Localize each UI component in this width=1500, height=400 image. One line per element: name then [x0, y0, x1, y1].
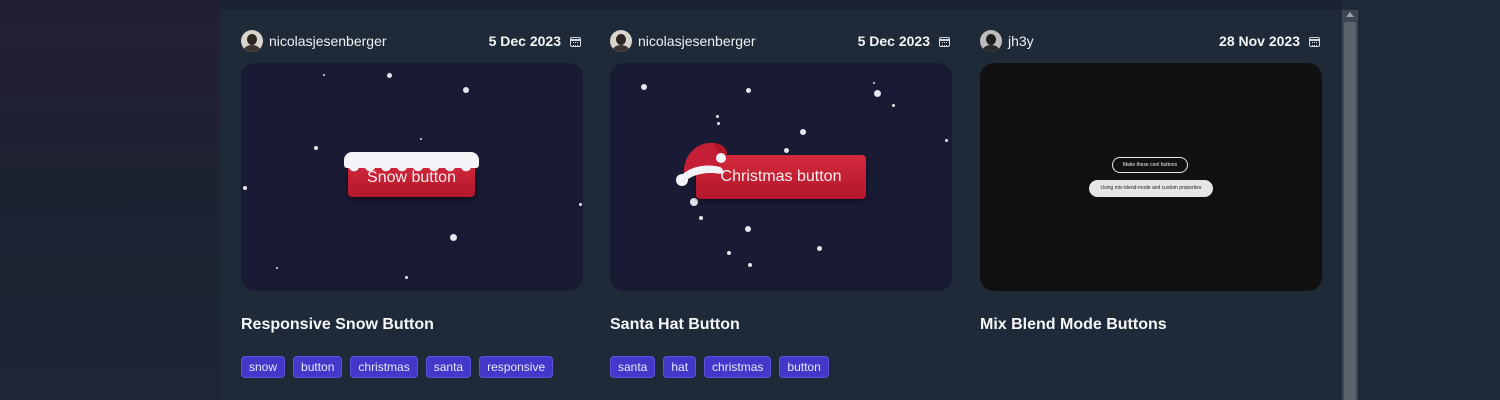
card-header: nicolasjesenberger 5 Dec 2023: [241, 29, 583, 55]
user-avatar-icon[interactable]: [241, 30, 263, 52]
blend-button-filled-preview: Using mix-blend-mode and custom properti…: [1089, 180, 1213, 197]
post-date: 28 Nov 2023: [1219, 33, 1300, 49]
tag-list: santa hat christmas button: [610, 356, 829, 378]
scroll-up-arrow-icon[interactable]: [1346, 12, 1354, 17]
calendar-icon: [939, 37, 950, 47]
pen-card[interactable]: jh3y 28 Nov 2023 Make these cool buttons…: [980, 0, 1322, 400]
tag[interactable]: santa: [610, 356, 656, 378]
pen-card[interactable]: nicolasjesenberger 5 Dec 2023 Snow butto…: [241, 0, 583, 400]
user-avatar-icon[interactable]: [980, 30, 1002, 52]
tag-list: snow button christmas santa responsive: [241, 356, 554, 378]
tag[interactable]: button: [779, 356, 829, 378]
tag[interactable]: christmas: [350, 356, 418, 378]
tag[interactable]: christmas: [704, 356, 772, 378]
blend-button-outline-preview: Make these cool buttons: [1112, 157, 1188, 173]
calendar-icon: [1309, 37, 1320, 47]
tag[interactable]: button: [293, 356, 343, 378]
pen-preview[interactable]: Christmas button: [610, 63, 952, 291]
card-header: nicolasjesenberger 5 Dec 2023: [610, 29, 952, 55]
card-title[interactable]: Mix Blend Mode Buttons: [980, 316, 1167, 334]
card-title[interactable]: Santa Hat Button: [610, 316, 740, 334]
author-name[interactable]: jh3y: [1008, 33, 1034, 49]
post-date: 5 Dec 2023: [488, 33, 561, 49]
pen-card[interactable]: nicolasjesenberger 5 Dec 2023 Christmas …: [610, 0, 952, 400]
snow-cap-decoration: [344, 152, 479, 173]
tag[interactable]: santa: [425, 356, 472, 378]
left-sidebar-strip: [0, 0, 220, 400]
tag[interactable]: responsive: [479, 356, 554, 378]
pen-preview[interactable]: Make these cool buttons Using mix-blend-…: [980, 63, 1322, 291]
author-name[interactable]: nicolasjesenberger: [638, 33, 756, 49]
santa-hat-icon: [676, 142, 727, 186]
scrollbar-thumb[interactable]: [1344, 22, 1356, 400]
card-title[interactable]: Responsive Snow Button: [241, 316, 434, 334]
tag[interactable]: snow: [241, 356, 286, 378]
calendar-icon: [570, 37, 581, 47]
tag[interactable]: hat: [663, 356, 697, 378]
pen-preview[interactable]: Snow button: [241, 63, 583, 291]
user-avatar-icon[interactable]: [610, 30, 632, 52]
card-header: jh3y 28 Nov 2023: [980, 29, 1322, 55]
post-date: 5 Dec 2023: [857, 33, 930, 49]
author-name[interactable]: nicolasjesenberger: [269, 33, 387, 49]
